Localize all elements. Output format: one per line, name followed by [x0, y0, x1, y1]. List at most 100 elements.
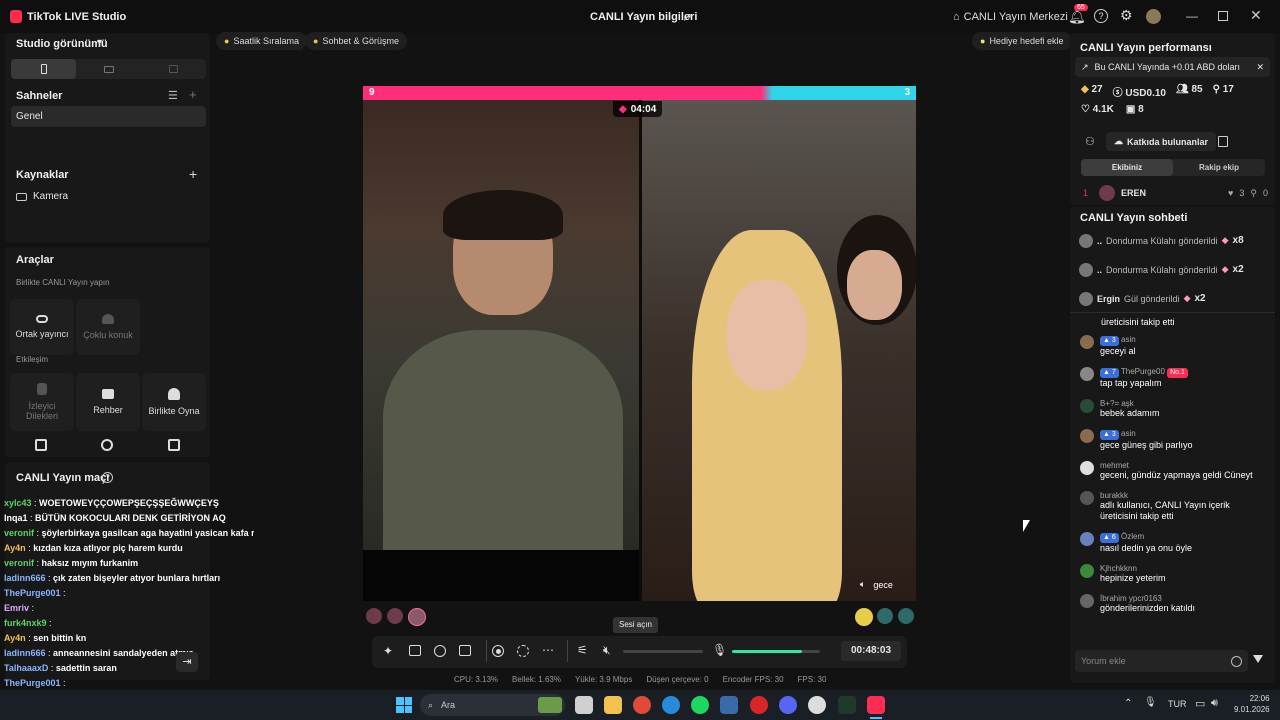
hourly-ranking-pill[interactable]: ● Saatlik Sıralama: [216, 32, 307, 50]
tool-more-3-icon[interactable]: [168, 439, 180, 451]
heart-icon: ♥: [1228, 188, 1234, 198]
chat-username[interactable]: asin: [1121, 429, 1136, 438]
mic-level-fill: [732, 650, 803, 653]
list-icon[interactable]: ☰: [168, 89, 178, 102]
tool-more-1-icon[interactable]: [35, 439, 47, 451]
chat-username[interactable]: B+?= aşk: [1100, 399, 1134, 408]
spotify-icon[interactable]: [691, 696, 709, 714]
tab-rival-team[interactable]: Rakip ekip: [1173, 159, 1265, 176]
mic-volume-slider[interactable]: [732, 650, 820, 653]
maximize-icon[interactable]: [1218, 11, 1228, 21]
chevron-up-icon[interactable]: ⌃: [1124, 698, 1132, 709]
layout-icon[interactable]: [409, 645, 421, 656]
multi-guest-label: Çoklu konuk: [83, 330, 133, 340]
comment-input[interactable]: Yorum ekle: [1075, 650, 1248, 672]
task-view-icon[interactable]: [575, 696, 593, 714]
tiktok-studio-taskbar-icon[interactable]: [867, 696, 885, 714]
contributor-row[interactable]: 1 EREN ♥ 3 ⚲ 0: [1083, 185, 1268, 201]
add-source-icon[interactable]: +: [189, 166, 197, 182]
settings-gear-icon[interactable]: ⚙: [1120, 7, 1133, 24]
source-camera[interactable]: Kamera: [16, 191, 68, 202]
document-icon[interactable]: [1218, 136, 1228, 147]
battle-preview: 9 3 ◆ 04:04 🔈︎ gece: [363, 86, 916, 601]
filter-icon[interactable]: [1253, 655, 1263, 663]
viewer-wishes-button[interactable]: İzleyici Dilekleri: [10, 373, 74, 431]
discord-icon[interactable]: [779, 696, 797, 714]
clock[interactable]: 22:06 9.01.2026: [1234, 693, 1270, 715]
network-icon[interactable]: ▭: [1195, 697, 1205, 710]
supporter-avatar[interactable]: [366, 608, 382, 624]
chat-meet-pill[interactable]: ● Sohbet & Görüşme: [305, 32, 407, 50]
avatar[interactable]: [1146, 9, 1161, 24]
person-settings-icon[interactable]: ⚇: [1085, 135, 1095, 148]
studio-view-title[interactable]: Studio görünümü: [16, 38, 108, 50]
chat-username[interactable]: mehmet: [1100, 461, 1129, 470]
chat-username[interactable]: İbrahim ypcr0163: [1100, 594, 1162, 603]
play-together-button[interactable]: Birlikte Oyna: [142, 373, 206, 431]
separator: :: [34, 558, 42, 568]
tiktok-logo-icon: [10, 10, 22, 23]
windows-start-icon[interactable]: [396, 697, 412, 713]
chat-username[interactable]: burakkk: [1100, 491, 1128, 500]
chat-username[interactable]: Kjhchkknn: [1100, 564, 1137, 573]
audio-settings-icon[interactable]: ⚟: [577, 643, 588, 657]
avatar: [1080, 594, 1094, 608]
chat-username[interactable]: ThePurge00: [1121, 367, 1165, 376]
dual-view-icon[interactable]: [141, 59, 206, 79]
contributors-button[interactable]: ☁ Katkıda bulunanlar: [1106, 132, 1217, 151]
beauty-icon[interactable]: [434, 645, 446, 657]
emoji-icon[interactable]: [1231, 655, 1242, 667]
supporter-avatar[interactable]: [898, 608, 914, 624]
earnings-banner: ↗ Bu CANLI Yayında +0.01 ABD doları ✕: [1075, 57, 1270, 77]
add-scene-icon[interactable]: +: [189, 87, 197, 102]
exit-icon[interactable]: ⇥: [176, 652, 198, 672]
landscape-view-icon[interactable]: [76, 59, 141, 79]
tool-more-2-icon[interactable]: [101, 439, 113, 451]
file-explorer-icon[interactable]: [604, 696, 622, 714]
speaker-icon[interactable]: 🔈︎: [860, 579, 865, 590]
app-icon[interactable]: [838, 696, 856, 714]
help-icon[interactable]: ?: [102, 472, 113, 483]
close-icon[interactable]: ✕: [1256, 62, 1264, 73]
snapshot-icon[interactable]: [517, 645, 529, 657]
chat-username[interactable]: Özlem: [1121, 532, 1144, 541]
chat-username[interactable]: asin: [1121, 335, 1136, 344]
supporter-avatar[interactable]: [387, 608, 403, 624]
steam-icon[interactable]: [720, 696, 738, 714]
effects-wand-icon[interactable]: ✦: [383, 644, 393, 658]
volume-icon[interactable]: 🔊︎: [1211, 697, 1218, 710]
chrome-icon[interactable]: [633, 696, 651, 714]
overlay-chat-line: Ay4n : sen bittin kn: [4, 631, 254, 646]
speaker-volume-slider[interactable]: [623, 650, 703, 653]
share-icon[interactable]: ↗: [682, 10, 692, 24]
avatar: [1080, 367, 1094, 381]
overlay-chat-text: sen bittin kn: [33, 633, 87, 643]
speaker-muted-icon[interactable]: 🔇︎: [603, 643, 611, 658]
cohost-button[interactable]: Ortak yayıncı: [10, 299, 74, 355]
live-center-button[interactable]: ⌂ CANLI Yayın Merkezi: [953, 8, 1068, 26]
help-icon[interactable]: ?: [1094, 9, 1108, 23]
edge-icon[interactable]: [662, 696, 680, 714]
app-icon[interactable]: [808, 696, 826, 714]
multi-guest-button[interactable]: Çoklu konuk: [76, 299, 140, 355]
scene-item-genel[interactable]: Genel: [11, 106, 206, 127]
opera-icon[interactable]: [750, 696, 768, 714]
add-media-icon[interactable]: [459, 645, 471, 656]
more-icon[interactable]: ⋯: [542, 643, 554, 657]
gift-goal-pill[interactable]: ● Hediye hedefi ekle: [972, 32, 1072, 50]
supporter-avatar[interactable]: [877, 608, 893, 624]
supporter-avatar[interactable]: [408, 608, 426, 626]
microphone-tray-icon[interactable]: 🎙︎: [1144, 697, 1157, 708]
close-icon[interactable]: ✕: [1250, 7, 1262, 24]
minimize-icon[interactable]: —: [1186, 9, 1198, 23]
taskbar-search-label: Ara: [441, 700, 456, 710]
guide-button[interactable]: Rehber: [76, 373, 140, 431]
chevron-down-icon[interactable]: ▾: [97, 37, 102, 48]
overlay-chat-line: veronif : haksız mıyım furkanim: [4, 556, 254, 571]
microphone-icon[interactable]: 🎙︎: [712, 643, 727, 657]
tab-your-team[interactable]: Ekibiniz: [1081, 159, 1173, 176]
record-icon[interactable]: [492, 645, 504, 657]
supporter-avatar[interactable]: [855, 608, 873, 626]
portrait-view-icon[interactable]: [11, 59, 76, 79]
language-indicator[interactable]: TUR: [1168, 699, 1187, 709]
